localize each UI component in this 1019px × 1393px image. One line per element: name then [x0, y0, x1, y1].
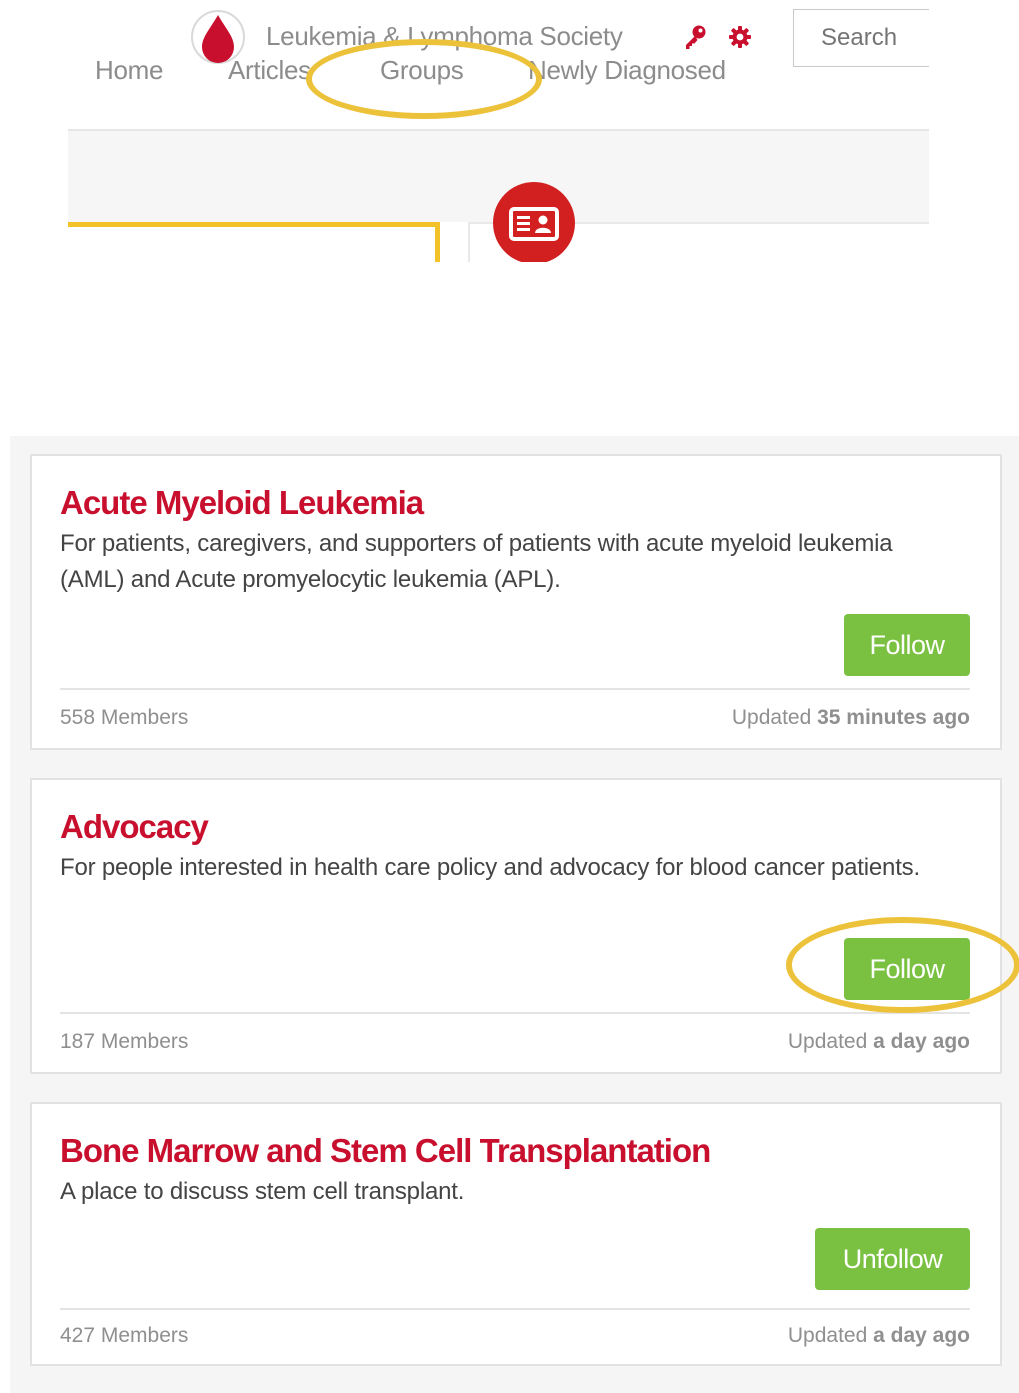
unfollow-button[interactable]: Unfollow	[815, 1228, 970, 1290]
card-divider	[60, 1308, 970, 1310]
updated-info: Updated 35 minutes ago	[732, 706, 970, 730]
group-card-aml: Acute Myeloid Leukemia For patients, car…	[30, 454, 1002, 750]
follow-button[interactable]: Follow	[844, 938, 970, 1000]
group-title[interactable]: Bone Marrow and Stem Cell Transplantatio…	[60, 1132, 711, 1170]
updated-info: Updated a day ago	[788, 1030, 970, 1054]
key-icon[interactable]	[682, 24, 708, 50]
screenshot-gap	[0, 262, 1019, 302]
group-description: For patients, caregivers, and supporters…	[60, 530, 893, 593]
nav-groups[interactable]: Groups	[380, 55, 464, 86]
card-divider	[60, 688, 970, 690]
members-count: 427 Members	[60, 1324, 189, 1347]
nav-articles[interactable]: Articles	[228, 55, 311, 86]
group-title[interactable]: Advocacy	[60, 808, 209, 846]
id-card-icon	[493, 182, 575, 264]
members-count: 187 Members	[60, 1030, 189, 1053]
group-card-advocacy: Advocacy For people interested in health…	[30, 778, 1002, 1074]
nav-home[interactable]: Home	[95, 55, 163, 86]
updated-prefix: Updated	[787, 1324, 868, 1347]
follow-button[interactable]: Follow	[844, 614, 970, 676]
group-card-bone-marrow: Bone Marrow and Stem Cell Transplantatio…	[30, 1102, 1002, 1366]
group-title[interactable]: Acute Myeloid Leukemia	[60, 484, 424, 522]
card-divider	[60, 1012, 970, 1014]
updated-prefix: Updated	[731, 706, 812, 729]
updated-time: a day ago	[873, 1030, 970, 1053]
updated-info: Updated a day ago	[788, 1324, 970, 1348]
group-description: For people interested in health care pol…	[60, 854, 920, 881]
updated-prefix: Updated	[787, 1030, 868, 1053]
members-count: 558 Members	[60, 706, 189, 729]
nav-newly-diagnosed[interactable]: Newly Diagnosed	[528, 55, 726, 86]
header-edge-mask	[929, 0, 1019, 262]
group-description: A place to discuss stem cell transplant.	[60, 1178, 465, 1205]
highlight-frame	[68, 222, 440, 262]
updated-time: 35 minutes ago	[817, 706, 970, 729]
site-name[interactable]: Leukemia & Lymphoma Society	[266, 21, 623, 52]
gear-icon[interactable]	[728, 25, 752, 49]
updated-time: a day ago	[873, 1324, 970, 1347]
